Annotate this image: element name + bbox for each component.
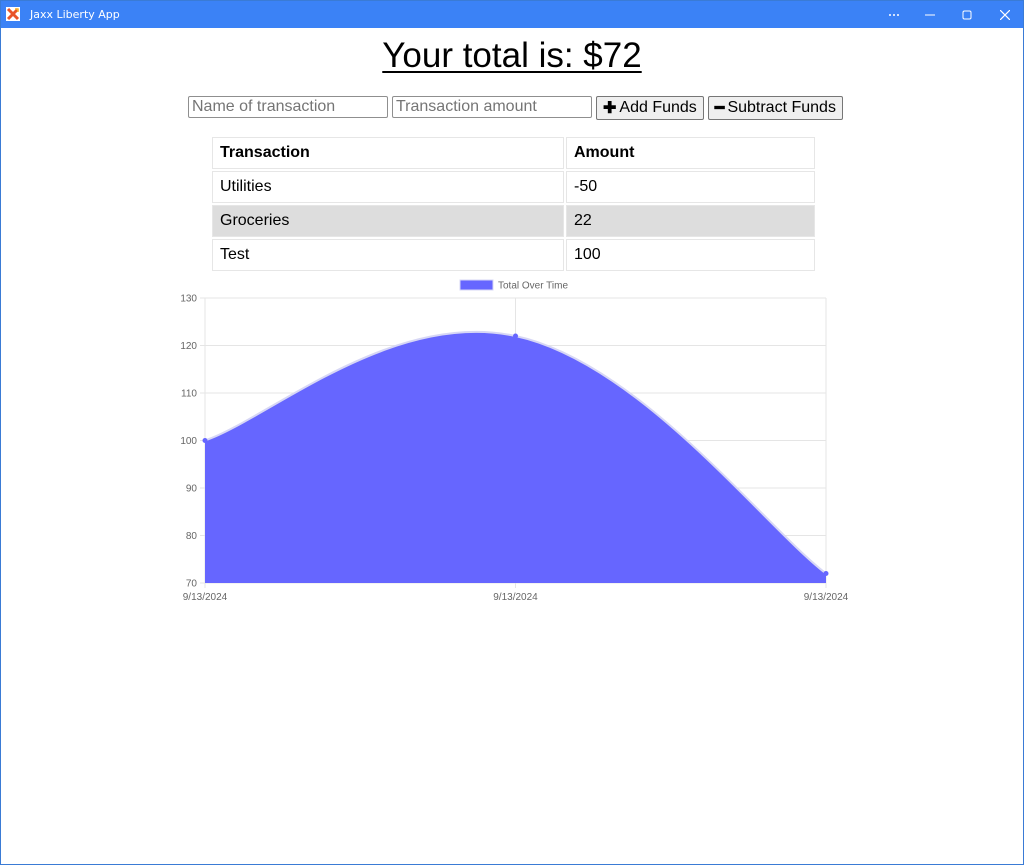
table-row: Groceries 22 xyxy=(212,205,815,237)
main-content: Your total is: $72 ✚ Add Funds ━ Subtrac… xyxy=(1,28,1023,864)
legend-swatch xyxy=(459,279,494,291)
x-axis-ticks: 9/13/2024 9/13/2024 9/13/2024 xyxy=(183,592,849,603)
table-row: Utilities -50 xyxy=(212,171,815,203)
app-logo-icon xyxy=(6,7,20,21)
data-point xyxy=(823,571,829,576)
y-tick-label: 80 xyxy=(186,531,198,542)
minimize-button[interactable] xyxy=(912,1,948,28)
data-point xyxy=(202,438,208,443)
add-funds-label: Add Funds xyxy=(619,99,697,116)
chart-legend[interactable]: Total Over Time xyxy=(459,279,568,292)
y-tick-label: 70 xyxy=(186,579,198,590)
x-tick-label: 9/13/2024 xyxy=(183,592,228,603)
transactions-table: Transaction Amount Utilities -50 Groceri… xyxy=(210,135,817,273)
transaction-name-cell: Groceries xyxy=(212,205,564,237)
y-tick-label: 120 xyxy=(180,341,197,352)
x-tick-label: 9/13/2024 xyxy=(493,592,538,603)
maximize-icon xyxy=(962,10,972,19)
window-title: Jaxx Liberty App xyxy=(30,8,120,21)
maximize-button[interactable] xyxy=(949,1,985,28)
transaction-name-input[interactable] xyxy=(188,96,388,118)
transaction-name-cell: Test xyxy=(212,239,564,271)
app-window: Jaxx Liberty App Your total is: $72 ✚ Ad… xyxy=(0,0,1024,865)
transaction-form: ✚ Add Funds ━ Subtract Funds xyxy=(188,96,843,120)
transaction-amount-cell: 100 xyxy=(566,239,815,271)
total-over-time-chart: Total Over Time 70 80 90 100 110 120 130 9/13/… xyxy=(180,279,849,603)
column-header-amount: Amount xyxy=(566,137,815,169)
plus-icon: ✚ xyxy=(603,100,617,117)
transaction-amount-cell: -50 xyxy=(566,171,815,203)
y-tick-label: 100 xyxy=(180,436,197,447)
title-bar[interactable]: Jaxx Liberty App xyxy=(1,1,1023,28)
y-axis-ticks: 70 80 90 100 110 120 130 xyxy=(180,294,197,590)
column-header-transaction: Transaction xyxy=(212,137,564,169)
more-options-button[interactable] xyxy=(876,1,912,28)
data-point xyxy=(513,333,518,339)
y-tick-label: 90 xyxy=(186,484,198,495)
x-tick-label: 9/13/2024 xyxy=(804,592,849,603)
transaction-amount-cell: 22 xyxy=(566,205,815,237)
subtract-funds-button[interactable]: ━ Subtract Funds xyxy=(707,96,843,120)
more-icon xyxy=(889,13,899,16)
close-button[interactable] xyxy=(987,1,1023,28)
y-tick-label: 110 xyxy=(181,389,197,400)
table-header-row: Transaction Amount xyxy=(212,137,815,169)
transaction-amount-input[interactable] xyxy=(392,96,592,118)
minimize-icon xyxy=(925,14,935,15)
table-row: Test 100 xyxy=(212,239,815,271)
add-funds-button[interactable]: ✚ Add Funds xyxy=(596,96,704,120)
minus-icon: ━ xyxy=(714,100,725,117)
total-heading: Your total is: $72 xyxy=(382,36,642,75)
subtract-funds-label: Subtract Funds xyxy=(727,99,836,116)
area-series-total-over-time xyxy=(205,331,826,583)
close-icon xyxy=(1000,9,1010,20)
transaction-name-cell: Utilities xyxy=(212,171,564,203)
y-tick-label: 130 xyxy=(180,294,197,305)
legend-label: Total Over Time xyxy=(498,281,568,292)
